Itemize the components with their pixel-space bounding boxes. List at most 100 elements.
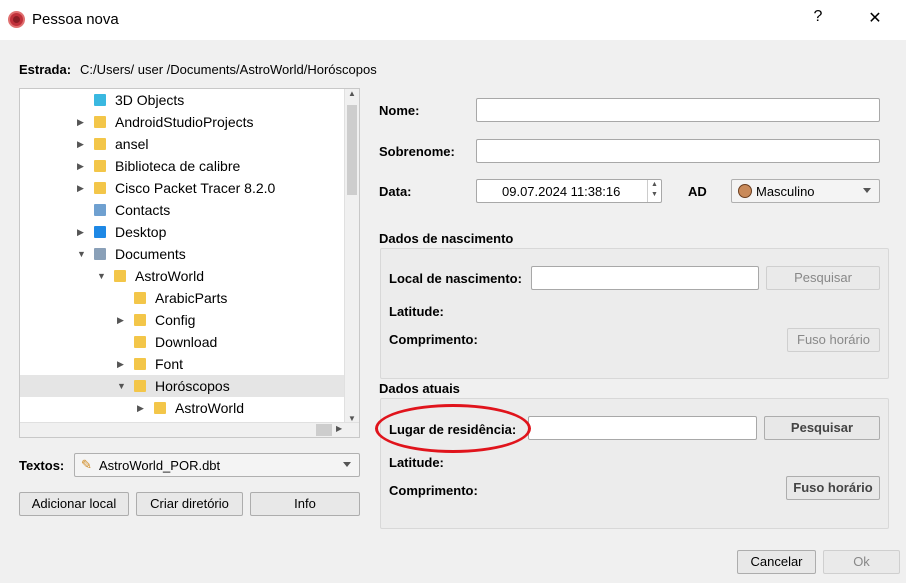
texts-label: Textos: bbox=[19, 458, 65, 473]
tree-item-label: AstroWorld bbox=[135, 268, 204, 284]
collapsed-arrow-icon[interactable]: ▶ bbox=[77, 133, 84, 155]
tree-item[interactable]: ▶ ansel bbox=[20, 133, 346, 155]
scroll-up-icon[interactable]: ▲ bbox=[345, 89, 359, 98]
tree-item[interactable]: ▼ Horóscopos bbox=[20, 375, 346, 397]
current-section-title: Dados atuais bbox=[379, 381, 460, 396]
tree-item-label: Documents bbox=[115, 246, 186, 262]
path-value: C:/Users/ user /Documents/AstroWorld/Hor… bbox=[80, 62, 377, 77]
folder-icon bbox=[94, 138, 106, 150]
tree-item[interactable]: ▶ Desktop bbox=[20, 221, 346, 243]
3d-objects-icon bbox=[94, 94, 106, 106]
birth-section-title: Dados de nascimento bbox=[379, 231, 514, 246]
tree-item[interactable]: ▼ Documents bbox=[20, 243, 346, 265]
current-timezone-button[interactable]: Fuso horário bbox=[786, 476, 880, 500]
collapsed-arrow-icon[interactable]: ▶ bbox=[117, 353, 124, 375]
contacts-icon bbox=[94, 204, 106, 216]
info-button[interactable]: Info bbox=[250, 492, 360, 516]
birth-place-input[interactable] bbox=[531, 266, 759, 290]
current-longitude-label: Comprimento: bbox=[389, 483, 478, 498]
surname-label: Sobrenome: bbox=[379, 144, 455, 159]
tree-item-label: Cisco Packet Tracer 8.2.0 bbox=[115, 180, 276, 196]
date-spinbox[interactable]: 09.07.2024 11:38:16 ▲ ▼ bbox=[476, 179, 662, 203]
cancel-button[interactable]: Cancelar bbox=[737, 550, 816, 574]
tree-item[interactable]: ▶ Cisco Packet Tracer 8.2.0 bbox=[20, 177, 346, 199]
tree-item[interactable]: ▶ AndroidStudioProjects bbox=[20, 111, 346, 133]
documents-icon bbox=[94, 248, 106, 260]
collapsed-arrow-icon[interactable]: ▶ bbox=[77, 221, 84, 243]
birth-timezone-button[interactable]: Fuso horário bbox=[787, 328, 880, 352]
texts-value: AstroWorld_POR.dbt bbox=[99, 458, 221, 473]
folder-icon bbox=[94, 182, 106, 194]
gender-value: Masculino bbox=[756, 184, 815, 199]
tree-item[interactable]: ▶ Config bbox=[20, 309, 346, 331]
birth-search-button[interactable]: Pesquisar bbox=[766, 266, 880, 290]
texts-combo[interactable]: ✎ AstroWorld_POR.dbt bbox=[74, 453, 360, 477]
gender-combo[interactable]: Masculino bbox=[731, 179, 880, 203]
tree-item-label: ArabicParts bbox=[155, 290, 228, 306]
add-place-button[interactable]: Adicionar local bbox=[19, 492, 129, 516]
create-directory-button[interactable]: Criar diretório bbox=[136, 492, 243, 516]
tree-item[interactable]: ▶ AstroWorld bbox=[20, 397, 346, 419]
surname-input[interactable] bbox=[476, 139, 880, 163]
collapsed-arrow-icon[interactable]: ▶ bbox=[77, 111, 84, 133]
name-input[interactable] bbox=[476, 98, 880, 122]
tree-item-label: Config bbox=[155, 312, 196, 328]
folder-tree[interactable]: ▶ AstroWorld ▼ Horóscopos ▶ Font Download ▶ Conf… bbox=[19, 88, 360, 438]
highlight-ellipse bbox=[375, 404, 531, 453]
tree-item[interactable]: Contacts bbox=[20, 199, 346, 221]
folder-icon bbox=[114, 270, 126, 282]
folder-icon bbox=[154, 402, 166, 414]
date-value: 09.07.2024 11:38:16 bbox=[502, 184, 621, 199]
tree-item[interactable]: ▶ Font bbox=[20, 353, 346, 375]
vertical-scrollbar[interactable]: ▲ ▼ bbox=[344, 89, 359, 423]
collapsed-arrow-icon[interactable]: ▶ bbox=[77, 155, 84, 177]
help-button[interactable]: ? bbox=[803, 8, 833, 26]
tree-item-label: ansel bbox=[115, 136, 149, 152]
chevron-down-icon bbox=[863, 188, 871, 193]
male-face-icon bbox=[738, 184, 752, 198]
residence-search-button[interactable]: Pesquisar bbox=[764, 416, 880, 440]
collapsed-arrow-icon[interactable]: ▶ bbox=[117, 309, 124, 331]
tree-item-label: Font bbox=[155, 356, 184, 372]
tree-item[interactable]: 3D Objects bbox=[20, 89, 346, 111]
chevron-down-icon bbox=[343, 462, 351, 467]
app-icon bbox=[8, 11, 25, 28]
tree-item[interactable]: ▶ Biblioteca de calibre bbox=[20, 155, 346, 177]
collapsed-arrow-icon[interactable]: ▶ bbox=[137, 397, 144, 419]
tree-item[interactable]: ArabicParts bbox=[20, 287, 346, 309]
title-bar bbox=[0, 0, 906, 40]
pencil-icon: ✎ bbox=[81, 457, 92, 472]
birth-longitude-label: Comprimento: bbox=[389, 332, 478, 347]
scroll-thumb[interactable] bbox=[347, 105, 357, 195]
residence-input[interactable] bbox=[528, 416, 757, 440]
spin-arrows-icon[interactable]: ▲ ▼ bbox=[647, 180, 661, 202]
tree-item-label: Desktop bbox=[115, 224, 167, 240]
collapsed-arrow-icon[interactable]: ▶ bbox=[77, 177, 84, 199]
birth-place-label: Local de nascimento: bbox=[389, 271, 522, 286]
name-label: Nome: bbox=[379, 103, 420, 118]
folder-icon bbox=[134, 314, 146, 326]
birth-latitude-label: Latitude: bbox=[389, 304, 444, 319]
close-button[interactable]: ✕ bbox=[860, 8, 890, 28]
date-label: Data: bbox=[379, 184, 412, 199]
expanded-arrow-icon[interactable]: ▼ bbox=[77, 243, 86, 265]
expanded-arrow-icon[interactable]: ▼ bbox=[97, 265, 106, 287]
current-latitude-label: Latitude: bbox=[389, 455, 444, 470]
tree-item[interactable]: ▼ AstroWorld bbox=[20, 265, 346, 287]
folder-icon bbox=[134, 336, 146, 348]
tree-item-label: 3D Objects bbox=[115, 92, 185, 108]
tree-item-label: AndroidStudioProjects bbox=[115, 114, 254, 130]
tree-item-label: Biblioteca de calibre bbox=[115, 158, 241, 174]
tree-item-label: Horóscopos bbox=[155, 378, 230, 394]
scroll-right-icon[interactable]: ▶ bbox=[336, 424, 342, 433]
expanded-arrow-icon[interactable]: ▼ bbox=[117, 375, 126, 397]
tree-item[interactable]: Download bbox=[20, 331, 346, 353]
hscroll-thumb[interactable] bbox=[316, 424, 332, 436]
ok-button[interactable]: Ok bbox=[823, 550, 900, 574]
folder-icon bbox=[134, 292, 146, 304]
horizontal-scrollbar[interactable]: ▶ bbox=[20, 422, 359, 437]
folder-icon bbox=[134, 380, 146, 392]
tree-item-label: Download bbox=[155, 334, 218, 350]
desktop-icon bbox=[94, 226, 106, 238]
path-label: Estrada: bbox=[19, 62, 72, 77]
